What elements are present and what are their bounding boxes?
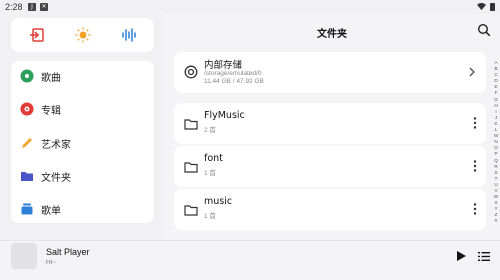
sidebar-item-label: 文件夹 xyxy=(41,173,71,184)
stack-icon xyxy=(21,203,33,215)
sidebar-item-label: 艺术家 xyxy=(41,140,71,151)
folder-name: music xyxy=(204,196,233,207)
sidebar-item-albums[interactable]: 专辑 xyxy=(11,94,154,124)
storage-name: 内部存储 xyxy=(204,60,243,71)
battery-icon xyxy=(490,3,495,11)
album-icon xyxy=(20,102,34,116)
sun-icon[interactable] xyxy=(75,27,91,43)
folder-panel: 文件夹 内部存储 /storage/emulated/0 11.44 GB / … xyxy=(164,14,500,240)
more-vert-icon[interactable] xyxy=(472,116,478,130)
sidebar-nav: 歌曲 专辑 艺术家 文件夹 歌单 xyxy=(11,61,154,223)
sidebar-item-artists[interactable]: 艺术家 xyxy=(11,128,154,158)
folder-item[interactable]: music 1 首 xyxy=(174,189,486,230)
folder-item[interactable]: FlyMusic 2 首 xyxy=(174,103,486,144)
alphabet-index[interactable]: A B C D E F G H I J K L M N O P Q R S T U V W X Y Z # xyxy=(492,60,500,225)
chevron-right-icon xyxy=(469,67,475,77)
folder-name: FlyMusic xyxy=(204,110,245,121)
sidebar-item-label: 歌单 xyxy=(41,206,61,217)
more-vert-icon[interactable] xyxy=(472,159,478,173)
notification-icon: ✕ xyxy=(40,3,48,11)
folder-icon xyxy=(21,172,33,181)
alphabet-letter[interactable]: # xyxy=(492,218,500,224)
storage-size: 11.44 GB / 47.92 GB xyxy=(204,78,264,85)
song-title: Salt Player xyxy=(46,247,90,257)
now-playing-bar[interactable]: Salt Player Hi~ xyxy=(0,240,500,280)
folder-name: font xyxy=(204,153,223,164)
pencil-icon xyxy=(22,138,32,148)
storage-path: /storage/emulated/0 xyxy=(204,70,262,77)
waveform-icon[interactable] xyxy=(121,27,137,43)
folder-icon xyxy=(184,119,198,130)
sidebar-item-songs[interactable]: 歌曲 xyxy=(11,61,154,91)
more-vert-icon[interactable] xyxy=(472,202,478,216)
search-icon[interactable] xyxy=(477,23,491,37)
top-bar: 文件夹 xyxy=(164,14,500,48)
disc-icon xyxy=(20,69,34,83)
storage-card[interactable]: 内部存储 /storage/emulated/0 11.44 GB / 47.9… xyxy=(174,52,486,93)
folder-count: 1 首 xyxy=(204,213,216,220)
sidebar-item-playlists[interactable]: 歌单 xyxy=(11,194,154,224)
storage-icon xyxy=(184,65,198,79)
sidebar-item-label: 专辑 xyxy=(41,106,61,117)
exit-icon[interactable] xyxy=(29,27,45,43)
folder-count: 1 首 xyxy=(204,170,216,177)
folder-icon xyxy=(184,162,198,173)
folder-icon xyxy=(184,205,198,216)
page-title: 文件夹 xyxy=(317,29,347,40)
song-artist: Hi~ xyxy=(46,259,56,266)
status-time: 2:28 xyxy=(5,2,23,12)
wifi-icon xyxy=(477,2,486,11)
quick-actions xyxy=(11,18,154,52)
folder-count: 2 首 xyxy=(204,127,216,134)
queue-icon[interactable] xyxy=(478,251,490,262)
album-art[interactable] xyxy=(11,243,37,269)
play-icon[interactable] xyxy=(455,250,467,262)
folder-item[interactable]: font 1 首 xyxy=(174,146,486,187)
sidebar-item-folders[interactable]: 文件夹 xyxy=(11,161,154,191)
notification-icon: J xyxy=(28,3,36,11)
sidebar-item-label: 歌曲 xyxy=(41,73,61,84)
status-bar: 2:28 J ✕ xyxy=(0,0,500,14)
